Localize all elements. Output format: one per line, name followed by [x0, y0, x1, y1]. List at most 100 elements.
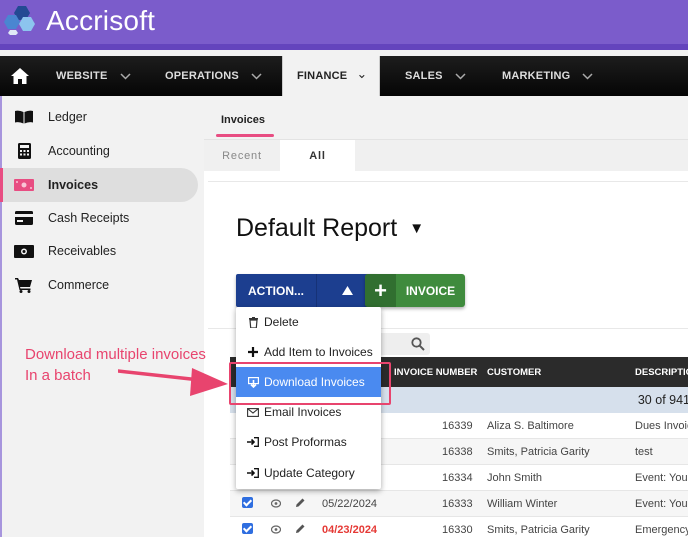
- customer: John Smith: [487, 472, 543, 484]
- nav-label: OPERATIONS: [165, 70, 239, 82]
- invoice-number: 16338: [442, 446, 473, 458]
- sidebar-item-ledger[interactable]: Ledger: [2, 100, 198, 134]
- column-header-customer[interactable]: CUSTOMER: [487, 367, 541, 378]
- add-invoice-label: INVOICE: [405, 283, 456, 298]
- action-button[interactable]: ACTION...: [236, 274, 378, 307]
- annotation-highlight-box: [229, 362, 391, 405]
- action-button-label[interactable]: ACTION...: [236, 274, 317, 307]
- accrisoft-logo-icon: [4, 6, 35, 35]
- nav-label: WEBSITE: [56, 70, 108, 82]
- invoice-number: 16339: [442, 420, 473, 432]
- brand-bar-stripe: [0, 44, 688, 50]
- sidebar-item-invoices[interactable]: Invoices: [0, 168, 198, 202]
- view-eye-icon[interactable]: [271, 499, 281, 508]
- brand-bar: Accrisoft: [0, 0, 688, 50]
- menu-item-label: Add Item to Invoices: [264, 345, 373, 359]
- tabs-bar: Recent All: [204, 139, 688, 172]
- menu-item-post-proformas[interactable]: Post Proformas: [236, 427, 381, 457]
- divider: [208, 181, 688, 182]
- nav-item-finance[interactable]: FINANCE: [282, 56, 380, 96]
- description: Emergency: [635, 524, 688, 536]
- result-count: 30 of 941: [637, 393, 688, 407]
- logo[interactable]: Accrisoft: [4, 3, 155, 39]
- money-icon: [14, 243, 34, 259]
- invoice-number: 16334: [442, 472, 473, 484]
- main-nav: WEBSITE OPERATIONS FINANCE SALES MARKETI…: [0, 56, 688, 96]
- menu-item-label: Email Invoices: [264, 405, 342, 419]
- menu-item-label: Update Category: [264, 466, 355, 480]
- calculator-icon: [14, 143, 34, 159]
- description: Event: Youn: [635, 472, 688, 484]
- description: Dues Invoice: [635, 420, 688, 432]
- nav-label: FINANCE: [297, 70, 348, 82]
- sidebar-item-label: Invoices: [48, 178, 99, 192]
- customer: Smits, Patricia Garity: [487, 446, 590, 458]
- chevron-down-icon: [582, 72, 593, 80]
- add-invoice-button[interactable]: + INVOICE: [365, 274, 465, 307]
- sign-in-icon: [236, 468, 264, 478]
- nav-label: MARKETING: [502, 70, 571, 82]
- customer: Aliza S. Baltimore: [487, 420, 574, 432]
- plus-icon: [236, 347, 264, 357]
- chevron-down-icon: [119, 72, 131, 80]
- sidebar-item-commerce[interactable]: Commerce: [2, 268, 198, 302]
- sidebar-item-label: Cash Receipts: [48, 211, 130, 225]
- edit-pencil-icon[interactable]: [295, 497, 306, 508]
- home-icon[interactable]: [10, 66, 30, 86]
- nav-item-operations[interactable]: OPERATIONS: [165, 56, 262, 96]
- report-title-text: Default Report: [236, 214, 398, 242]
- column-header-invoice-number[interactable]: INVOICE NUMBER: [394, 367, 477, 378]
- row-checkbox[interactable]: [242, 523, 253, 534]
- invoice-date-overdue: 04/23/2024: [322, 524, 378, 536]
- sidebar-item-label: Ledger: [48, 110, 87, 124]
- money-bill-icon: [14, 177, 34, 193]
- chevron-down-icon: [359, 74, 365, 78]
- book-icon: [14, 109, 34, 125]
- description: test: [635, 446, 653, 458]
- row-checkbox[interactable]: [242, 497, 253, 508]
- envelope-icon: [236, 407, 264, 417]
- tab-all[interactable]: All: [280, 140, 355, 172]
- menu-item-update-category[interactable]: Update Category: [236, 458, 381, 488]
- invoice-number: 16330: [442, 524, 473, 536]
- nav-item-website[interactable]: WEBSITE: [56, 56, 131, 96]
- customer: Smits, Patricia Garity: [487, 524, 590, 536]
- credit-card-icon: [14, 210, 34, 226]
- nav-item-sales[interactable]: SALES: [405, 56, 466, 96]
- trash-icon: [236, 316, 264, 328]
- cart-icon: [14, 277, 34, 293]
- sidebar-item-cash-receipts[interactable]: Cash Receipts: [2, 201, 198, 235]
- column-header-description[interactable]: DESCRIPTION: [635, 367, 688, 378]
- menu-item-delete[interactable]: Delete: [236, 307, 381, 337]
- invoice-date: 05/22/2024: [322, 498, 378, 510]
- sidebar-item-label: Commerce: [48, 278, 110, 292]
- nav-label: SALES: [405, 70, 443, 82]
- sidebar: Ledger Accounting Invoices Cash Receipts…: [0, 96, 200, 537]
- section-tab-underline: [216, 134, 274, 137]
- annotation-arrow-icon: [118, 368, 228, 396]
- view-eye-icon[interactable]: [271, 525, 281, 534]
- chevron-down-icon: [251, 72, 262, 80]
- sidebar-item-accounting[interactable]: Accounting: [2, 134, 198, 168]
- table-row[interactable]: 05/22/2024 16333 William Winter Event: Y…: [230, 491, 688, 517]
- sidebar-item-receivables[interactable]: Receivables: [2, 234, 198, 268]
- sign-in-icon: [236, 437, 264, 447]
- report-title[interactable]: Default Report ▼: [236, 214, 424, 243]
- invoice-number: 16333: [442, 498, 473, 510]
- nav-item-marketing[interactable]: MARKETING: [502, 56, 593, 96]
- menu-item-label: Delete: [264, 315, 299, 329]
- description: Event: Youn: [635, 498, 688, 510]
- caret-down-icon[interactable]: ▼: [409, 220, 424, 237]
- table-row[interactable]: 04/23/2024 16330 Smits, Patricia Garity …: [230, 517, 688, 537]
- brand-name: Accrisoft: [46, 5, 156, 36]
- menu-item-label: Post Proformas: [264, 435, 347, 449]
- customer: William Winter: [487, 498, 558, 510]
- search-icon[interactable]: [411, 337, 425, 351]
- plus-icon: +: [365, 274, 396, 307]
- sidebar-item-label: Accounting: [48, 144, 110, 158]
- edit-pencil-icon[interactable]: [295, 523, 306, 534]
- section-tab-invoices[interactable]: Invoices: [221, 114, 265, 126]
- tab-recent[interactable]: Recent: [204, 140, 280, 172]
- chevron-down-icon: [455, 72, 466, 80]
- sidebar-item-label: Receivables: [48, 244, 117, 258]
